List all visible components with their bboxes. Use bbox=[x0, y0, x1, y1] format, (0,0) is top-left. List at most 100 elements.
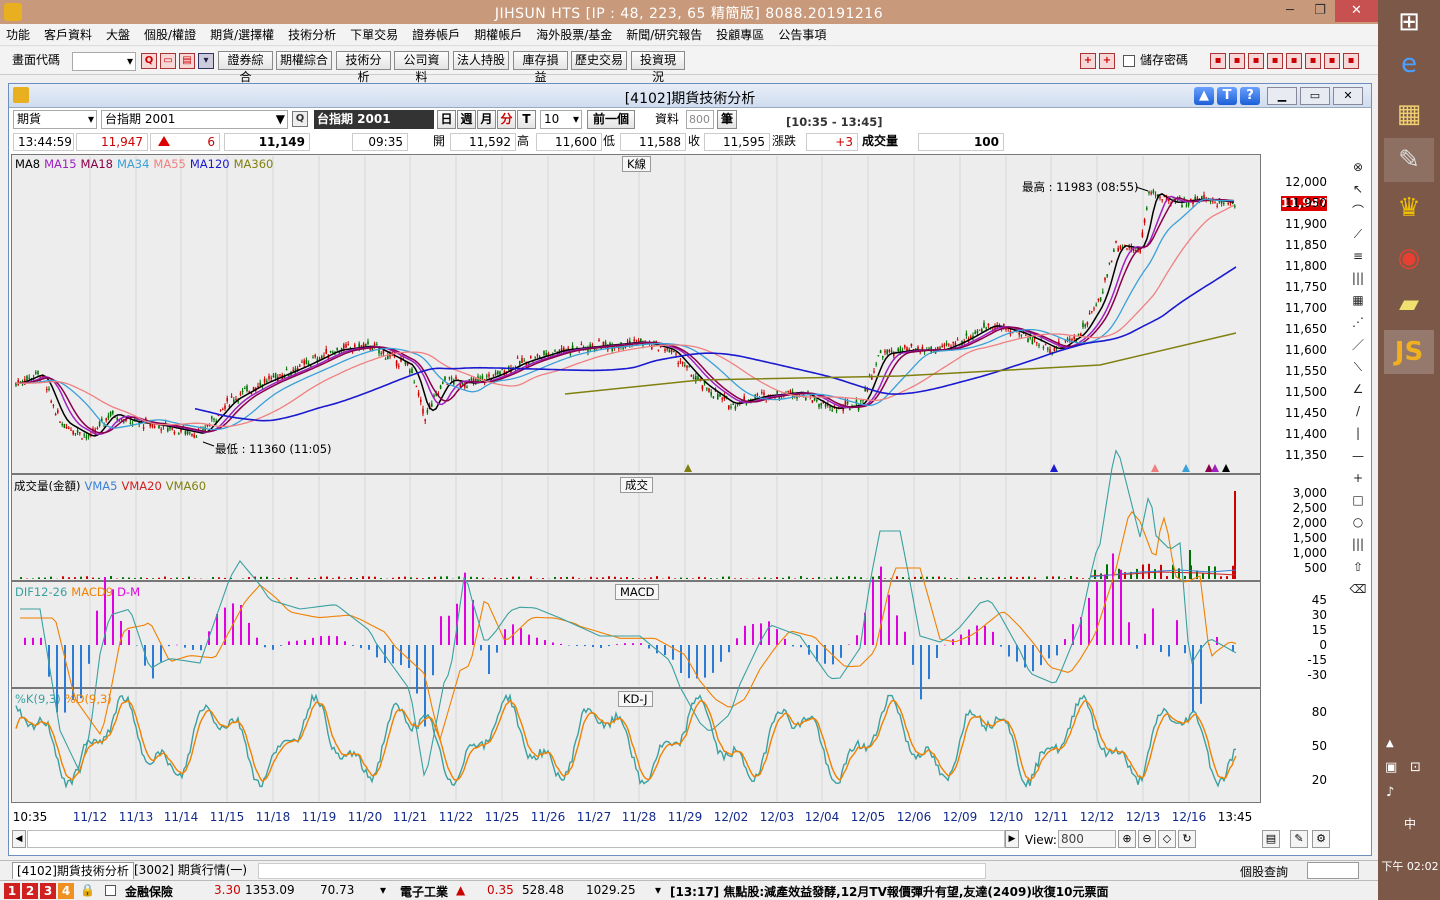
network-icon[interactable]: ⊡ bbox=[1410, 760, 1421, 775]
ticker-v2c: 1029.25 bbox=[586, 883, 636, 897]
window-icon[interactable]: ▤ bbox=[1262, 830, 1280, 848]
macd-ytick: 0 bbox=[1319, 638, 1327, 652]
tray-icon[interactable]: ▣ bbox=[1385, 760, 1397, 775]
volume-icon[interactable]: ♪ bbox=[1386, 785, 1394, 800]
tab-area bbox=[258, 863, 986, 879]
tray-arrow-icon[interactable]: ▲ bbox=[1386, 738, 1394, 749]
zoom-in-icon[interactable]: ⊕ bbox=[1118, 830, 1136, 848]
period-0[interactable]: 日 bbox=[437, 110, 456, 129]
ticker-dropdown[interactable]: ▾ bbox=[380, 883, 386, 897]
notes-icon[interactable]: ▰ bbox=[1384, 282, 1434, 326]
macd-ytick: -15 bbox=[1307, 653, 1327, 667]
draw-tool-icon-10[interactable]: ∠ bbox=[1349, 380, 1367, 398]
stock-query-input[interactable] bbox=[1307, 862, 1359, 879]
draw-tool-icon-17[interactable]: ||| bbox=[1349, 535, 1367, 553]
draw-tool-icon-16[interactable]: ○ bbox=[1349, 513, 1367, 531]
period-2[interactable]: 月 bbox=[477, 110, 496, 129]
x-tick: 12/02 bbox=[713, 810, 749, 824]
draw-tool-icon-4[interactable]: ≡ bbox=[1349, 247, 1367, 265]
paint-icon[interactable]: ✎ bbox=[1384, 138, 1434, 182]
vol-ytick: 1,000 bbox=[1292, 546, 1327, 560]
kline-title: K線 bbox=[622, 156, 652, 172]
legend-vleg-1: VMA5 bbox=[84, 479, 118, 493]
scroll-left-button[interactable]: ◀ bbox=[12, 830, 26, 848]
draw-tool-icon-3[interactable]: ⟋ bbox=[1349, 225, 1367, 243]
high-note: 最高 : 11983 (08:55) bbox=[1022, 180, 1139, 194]
refresh-icon[interactable]: ↻ bbox=[1178, 830, 1196, 848]
draw-tool-icon-11[interactable]: / bbox=[1349, 402, 1367, 420]
ticker-news[interactable]: [13:17] 焦點股:減產效益發酵,12月TV報價彈升有望,友達(2409)收… bbox=[670, 883, 1109, 900]
page-num-1[interactable]: 2 bbox=[22, 883, 38, 899]
draw-tool-icon-12[interactable]: | bbox=[1349, 424, 1367, 442]
draw-tool-icon-6[interactable]: ▦ bbox=[1349, 291, 1367, 309]
legend-kleg-2: MA18 bbox=[80, 157, 113, 171]
draw-tool-icon-18[interactable]: ⇧ bbox=[1349, 558, 1367, 576]
macd-legend: DIF12-26 MACD9 D-M bbox=[15, 585, 144, 599]
legend-kleg-4: MA55 bbox=[153, 157, 186, 171]
draw-tool-icon-0[interactable]: ⊗ bbox=[1349, 158, 1367, 176]
pen-icon[interactable]: ✎ bbox=[1290, 830, 1308, 848]
ticker-checkbox[interactable] bbox=[105, 885, 116, 896]
legend-vleg-3: VMA60 bbox=[165, 479, 207, 493]
quote-time: 13:44:59 bbox=[13, 133, 74, 151]
page-num-2[interactable]: 3 bbox=[40, 883, 56, 899]
k-ytick: 11,950 bbox=[1285, 196, 1327, 210]
page-num-0[interactable]: 1 bbox=[4, 883, 20, 899]
chrome-icon[interactable]: ◉ bbox=[1384, 236, 1434, 280]
tab-quotes[interactable]: [3002] 期貨行情(一) bbox=[130, 862, 251, 879]
x-tick: 12/05 bbox=[850, 810, 886, 824]
draw-tool-icon-15[interactable]: □ bbox=[1349, 491, 1367, 509]
tab-chart[interactable]: [4102]期貨技術分析 bbox=[12, 862, 134, 879]
scrollbar-track[interactable] bbox=[27, 830, 1005, 848]
start-icon[interactable]: ⊞ bbox=[1384, 0, 1434, 44]
ticker-v2a: 0.35 bbox=[487, 883, 514, 897]
lock-icon[interactable]: 🔒 bbox=[80, 883, 95, 897]
x-tick: 11/18 bbox=[255, 810, 291, 824]
draw-tool-icon-2[interactable]: ⌒ bbox=[1349, 202, 1367, 220]
kline-legend: MA8 MA15 MA18 MA34 MA55 MA120 MA360 bbox=[15, 157, 277, 171]
k-ytick: 11,450 bbox=[1285, 406, 1327, 420]
fit-icon[interactable]: ◇ bbox=[1158, 830, 1176, 848]
draw-tool-icon-7[interactable]: ⋰ bbox=[1349, 313, 1367, 331]
draw-tool-icon-13[interactable]: — bbox=[1349, 447, 1367, 465]
folder-icon[interactable]: ▦ bbox=[1384, 92, 1434, 136]
ie-icon[interactable]: e bbox=[1384, 42, 1434, 86]
legend-kleg-6: MA360 bbox=[233, 157, 274, 171]
draw-tool-icon-5[interactable]: ||| bbox=[1349, 269, 1367, 287]
scroll-right-button[interactable]: ▶ bbox=[1005, 830, 1019, 848]
draw-tool-icon-19[interactable]: ⌫ bbox=[1349, 580, 1367, 598]
x-tick: 11/28 bbox=[621, 810, 657, 824]
settings-icon[interactable]: ⚙ bbox=[1312, 830, 1330, 848]
x-tick: 13:45 bbox=[1217, 810, 1253, 824]
k-ytick: 11,600 bbox=[1285, 343, 1327, 357]
crown-icon[interactable]: ♛ bbox=[1384, 186, 1434, 230]
kd-ytick: 80 bbox=[1311, 705, 1327, 719]
view-input[interactable]: 800 bbox=[1058, 830, 1116, 848]
x-tick: 11/14 bbox=[163, 810, 199, 824]
ticker-dropdown2[interactable]: ▾ bbox=[655, 883, 661, 897]
clock: 下午 02:02 bbox=[1381, 860, 1439, 873]
k-ytick: 11,650 bbox=[1285, 322, 1327, 336]
period-3[interactable]: 分 bbox=[497, 110, 516, 129]
macd-title: MACD bbox=[615, 584, 660, 600]
draw-tool-icon-9[interactable]: ⟍ bbox=[1349, 358, 1367, 376]
x-tick: 11/12 bbox=[72, 810, 108, 824]
chg-value: +3 bbox=[806, 133, 858, 151]
ime-icon[interactable]: 中 bbox=[1404, 815, 1416, 832]
zoom-out-icon[interactable]: ⊖ bbox=[1138, 830, 1156, 848]
volume-legend: 成交量(金額) VMA5 VMA20 VMA60 bbox=[14, 478, 210, 494]
x-tick: 10:35 bbox=[12, 810, 48, 824]
quote-volume-total: 11,149 bbox=[224, 133, 310, 151]
page-num-3[interactable]: 4 bbox=[58, 883, 74, 899]
k-ytick: 11,850 bbox=[1285, 238, 1327, 252]
vol-ytick: 2,500 bbox=[1292, 501, 1327, 515]
period-4[interactable]: T bbox=[517, 110, 536, 129]
kd-ytick: 20 bbox=[1311, 773, 1327, 787]
jihsun-icon[interactable]: JS bbox=[1384, 330, 1434, 374]
period-1[interactable]: 週 bbox=[457, 110, 476, 129]
draw-tool-icon-14[interactable]: + bbox=[1349, 469, 1367, 487]
vol-ytick: 2,000 bbox=[1292, 516, 1327, 530]
draw-tool-icon-8[interactable]: ／ bbox=[1349, 336, 1367, 354]
draw-tool-icon-1[interactable]: ↖ bbox=[1349, 180, 1367, 198]
macd-ytick: 45 bbox=[1311, 593, 1327, 607]
